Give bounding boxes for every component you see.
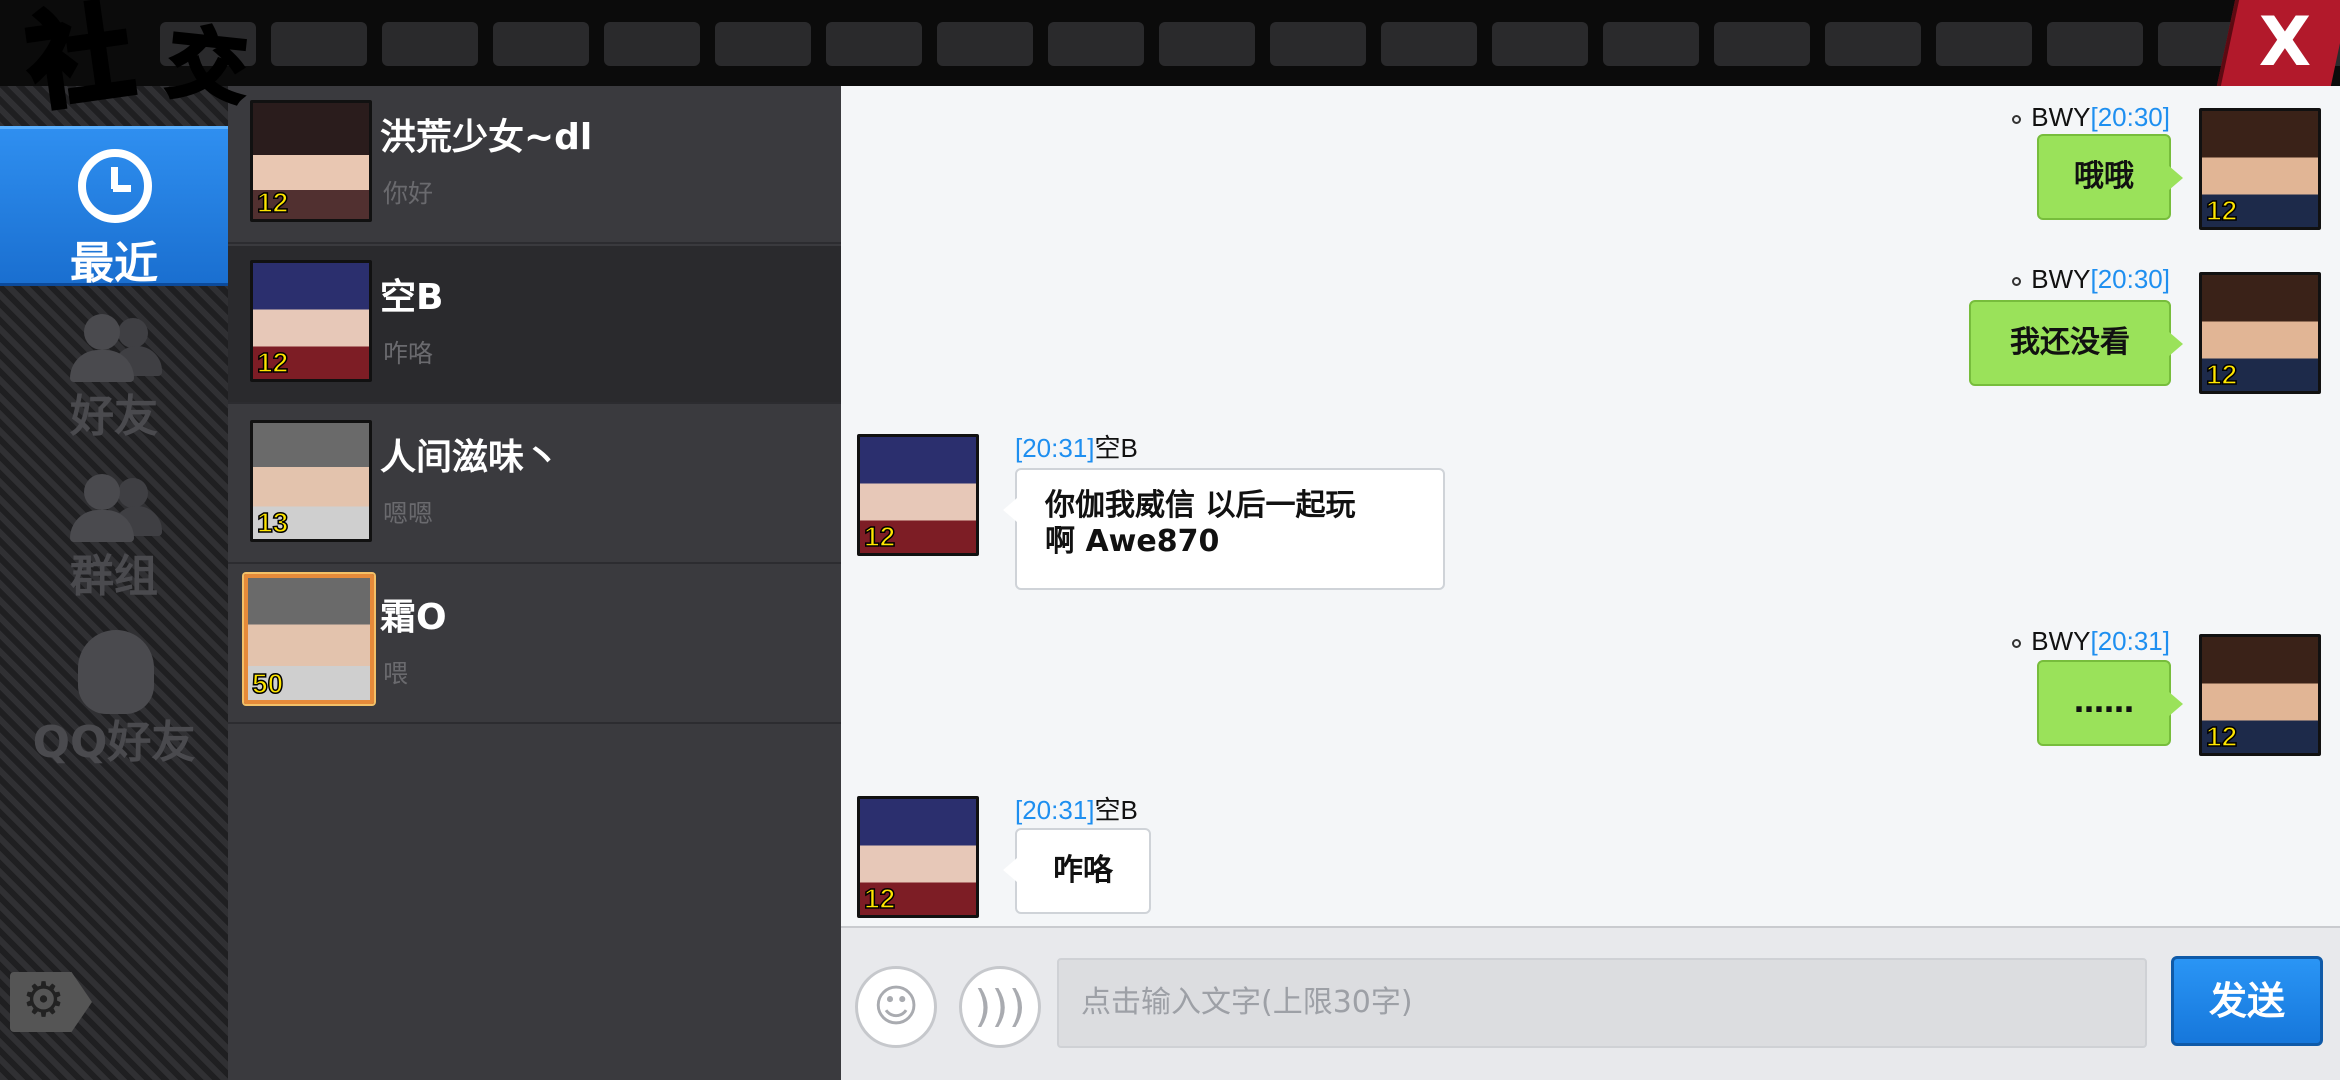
friend-name: 人间滋味丶 [380, 437, 561, 478]
sender-name: 空B [1094, 433, 1138, 463]
friend-list: 12 洪荒少女~dl 你好 12 空B 咋咯 13 人间滋味丶 嗯嗯 50 霜O… [228, 86, 841, 1080]
avatar: 13 [250, 420, 372, 542]
film-strip-cell [1492, 22, 1588, 66]
avatar: 50 [244, 574, 374, 704]
avatar: 12 [250, 100, 372, 222]
logo-char-1: 社 [18, 0, 143, 128]
message-bubble: …… [2037, 660, 2183, 746]
friend-item[interactable]: 13 人间滋味丶 嗯嗯 [228, 406, 841, 564]
film-strip-cell [1159, 22, 1255, 66]
timestamp: [20:31] [1015, 795, 1095, 825]
tab-friends-label: 好友 [70, 391, 158, 442]
message-meta: BWY[20:31] [2012, 626, 2170, 657]
friend-last-message: 你好 [383, 179, 434, 208]
tab-friends[interactable]: 好友 [0, 296, 228, 456]
smiley-icon: ☺ [873, 981, 919, 1032]
chat-area: BWY[20:30] 哦哦 12 BWY[20:30] 我还没看 12 12 [… [841, 86, 2340, 926]
tab-recent[interactable]: 最近 [0, 126, 228, 289]
message-meta: [20:31]空B [1015, 790, 1138, 827]
message-meta: BWY[20:30] [2012, 102, 2170, 133]
groups-icon [66, 474, 166, 544]
tab-groups[interactable]: 群组 [0, 456, 228, 616]
message-bubble: 咋咯 [1003, 828, 1151, 914]
film-strip-cell [1936, 22, 2032, 66]
film-strip-cell [604, 22, 700, 66]
timestamp: [20:31] [1015, 433, 1095, 463]
close-button[interactable]: X [2216, 0, 2340, 86]
film-strip-cell [1825, 22, 1921, 66]
film-strip-cell [382, 22, 478, 66]
penguin-icon [78, 630, 154, 714]
timestamp: [20:31] [2090, 626, 2170, 656]
level-badge: 12 [863, 520, 896, 553]
film-strip-cell [1381, 22, 1477, 66]
film-strip-cell [937, 22, 1033, 66]
sound-wave-icon: ))) [974, 981, 1026, 1032]
film-strip-cell [1714, 22, 1810, 66]
left-nav: 最近 好友 群组 QQ好友 [0, 86, 228, 1080]
send-button[interactable]: 发送 [2171, 956, 2323, 1046]
level-badge: 13 [256, 506, 289, 539]
friend-item[interactable]: 12 洪荒少女~dl 你好 [228, 86, 841, 244]
tab-qq-friends-label: QQ好友 [32, 717, 196, 768]
tab-qq-friends[interactable]: QQ好友 [0, 616, 228, 776]
timestamp: [20:30] [2090, 264, 2170, 294]
timestamp: [20:30] [2090, 102, 2170, 132]
level-badge: 12 [2205, 358, 2238, 391]
message-line: 你伽我威信 以后一起玩 [1045, 488, 1356, 523]
message-bubble: 我还没看 [1969, 300, 2183, 386]
social-logo: 社 交 [0, 0, 260, 150]
level-badge: 12 [256, 346, 289, 379]
avatar: 12 [857, 434, 979, 556]
message-bubble: 哦哦 [2037, 134, 2183, 220]
friend-last-message: 咋咯 [383, 339, 434, 368]
clock-icon [78, 149, 152, 223]
avatar: 12 [2199, 272, 2321, 394]
close-icon: X [2258, 3, 2312, 82]
voice-button[interactable]: ))) [959, 966, 1041, 1048]
friend-name: 洪荒少女~dl [380, 117, 593, 158]
level-badge: 50 [251, 667, 284, 700]
gear-icon: ⚙ [22, 972, 66, 1028]
top-bar [0, 0, 2340, 86]
avatar: 12 [250, 260, 372, 382]
avatar: 12 [857, 796, 979, 918]
level-badge: 12 [2205, 194, 2238, 227]
level-badge: 12 [2205, 720, 2238, 753]
sender-name: BWY [2031, 264, 2091, 294]
level-badge: 12 [256, 186, 289, 219]
tab-groups-label: 群组 [70, 551, 158, 602]
message-bubble: 你伽我威信 以后一起玩 啊 Awe870 [1003, 468, 1445, 590]
logo-char-2: 交 [162, 16, 253, 118]
film-strip-cell [1270, 22, 1366, 66]
message-input[interactable]: 点击输入文字(上限30字) [1057, 958, 2147, 1048]
film-strip-cell [1048, 22, 1144, 66]
friend-item[interactable]: 50 霜O 喂 [228, 566, 841, 724]
friend-item[interactable]: 12 空B 咋咯 [228, 246, 841, 404]
film-strip-cell [826, 22, 922, 66]
sender-name: 空B [1094, 795, 1138, 825]
film-strip-cell [2047, 22, 2143, 66]
avatar: 12 [2199, 634, 2321, 756]
sender-name: BWY [2031, 626, 2091, 656]
friend-last-message: 嗯嗯 [383, 499, 434, 528]
film-strip-cell [493, 22, 589, 66]
friend-name: 霜O [380, 597, 447, 638]
friends-icon [66, 314, 166, 384]
avatar: 12 [2199, 108, 2321, 230]
input-bar: ☺ ))) 点击输入文字(上限30字) 发送 [841, 926, 2340, 1080]
message-meta: [20:31]空B [1015, 428, 1138, 465]
film-strip-cell [715, 22, 811, 66]
message-meta: BWY[20:30] [2012, 264, 2170, 295]
level-badge: 12 [863, 882, 896, 915]
friend-name: 空B [380, 277, 444, 318]
tab-recent-label: 最近 [70, 238, 158, 289]
friend-last-message: 喂 [383, 659, 409, 688]
emoji-button[interactable]: ☺ [855, 966, 937, 1048]
film-strip-cell [1603, 22, 1699, 66]
film-strip-cell [271, 22, 367, 66]
message-line: 啊 Awe870 [1045, 524, 1220, 559]
sender-name: BWY [2031, 102, 2091, 132]
